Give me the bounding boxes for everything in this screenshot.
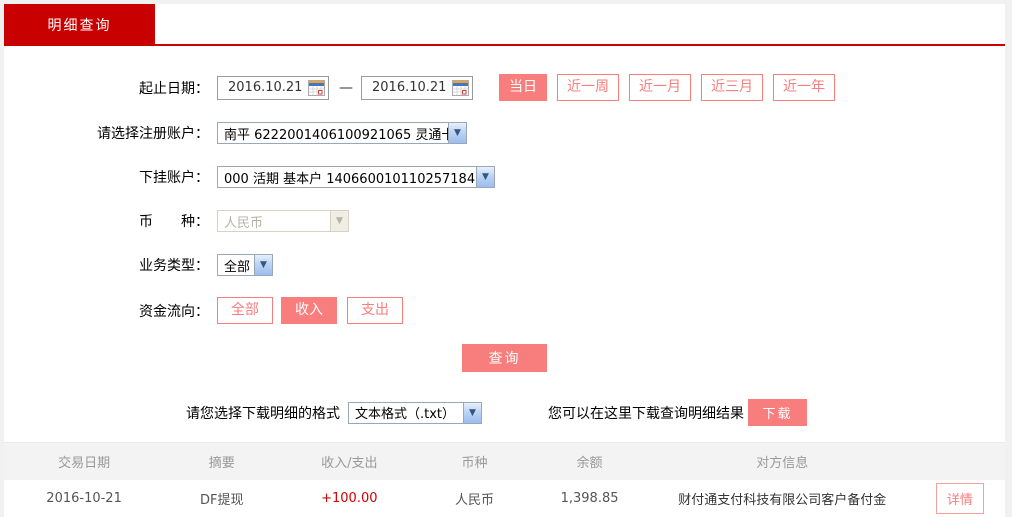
quick-range-month-button[interactable]: 近一月 bbox=[629, 74, 691, 101]
business-type-row: 业务类型： 全部 ▼ bbox=[4, 253, 1005, 277]
cell-summary: DF提现 bbox=[199, 492, 244, 508]
download-format-value: 文本格式（.txt） bbox=[355, 407, 456, 422]
fund-flow-expense-button[interactable]: 支出 bbox=[347, 297, 403, 324]
query-button-row: 查询 bbox=[4, 344, 1005, 372]
fund-flow-row: 资金流向： 全部 收入 支出 bbox=[4, 297, 1005, 324]
download-row: 请您选择下载明细的格式 文本格式（.txt） ▼ 您可以在这里下载查询明细结果 … bbox=[4, 399, 1005, 426]
page: 明细查询 起止日期： 2016.10.21 — 2016.10.21 当日 近一… bbox=[0, 0, 1012, 517]
table-row: 2016-10-21 DF提现 +100.00 人民币 1,398.85 财付通… bbox=[4, 479, 1005, 517]
date-range-row: 起止日期： 2016.10.21 — 2016.10.21 当日 近一周 近一月… bbox=[4, 74, 1005, 101]
start-date-input[interactable]: 2016.10.21 bbox=[217, 75, 329, 100]
date-range-label: 起止日期： bbox=[139, 80, 209, 97]
detail-button[interactable]: 详情 bbox=[935, 482, 984, 514]
fund-flow-label: 资金流向： bbox=[139, 303, 209, 320]
currency-label: 币 种： bbox=[139, 214, 209, 230]
register-account-value: 南平 6222001406100921065 灵通卡 bbox=[224, 127, 448, 143]
header-counterparty: 对方信息 bbox=[649, 442, 915, 480]
register-account-label: 请选择注册账户： bbox=[97, 126, 209, 142]
header-currency: 币种 bbox=[419, 442, 530, 480]
chevron-down-icon[interactable]: ▼ bbox=[448, 123, 466, 143]
header-action bbox=[914, 442, 1005, 480]
download-button[interactable]: 下载 bbox=[748, 399, 807, 426]
quick-range-year-button[interactable]: 近一年 bbox=[773, 74, 835, 101]
quick-range-3months-button[interactable]: 近三月 bbox=[701, 74, 763, 101]
date-separator: — bbox=[339, 79, 353, 96]
currency-select: 人民币 ▼ bbox=[217, 210, 349, 232]
end-date-input[interactable]: 2016.10.21 bbox=[361, 75, 473, 100]
header-balance: 余额 bbox=[529, 442, 650, 480]
register-account-row: 请选择注册账户： 南平 6222001406100921065 灵通卡 ▼ bbox=[4, 121, 1005, 145]
fund-flow-income-button[interactable]: 收入 bbox=[281, 297, 337, 324]
calendar-icon[interactable] bbox=[308, 79, 325, 96]
query-form: 起止日期： 2016.10.21 — 2016.10.21 当日 近一周 近一月… bbox=[4, 46, 1005, 426]
end-date-value: 2016.10.21 bbox=[372, 80, 447, 95]
business-type-select[interactable]: 全部 ▼ bbox=[217, 254, 273, 276]
business-type-value: 全部 bbox=[224, 259, 251, 275]
linked-account-label: 下挂账户： bbox=[139, 170, 209, 186]
cell-counterparty: 财付通支付科技有限公司客户备付金 bbox=[678, 492, 887, 508]
results-table: 交易日期 摘要 收入/支出 币种 余额 对方信息 2016-10-21 DF提现… bbox=[4, 442, 1005, 517]
chevron-down-icon[interactable]: ▼ bbox=[463, 402, 481, 423]
table-header: 交易日期 摘要 收入/支出 币种 余额 对方信息 bbox=[4, 442, 1005, 480]
tab-bar: 明细查询 bbox=[4, 4, 1005, 46]
download-hint: 您可以在这里下载查询明细结果 bbox=[548, 405, 744, 422]
cell-date: 2016-10-21 bbox=[46, 490, 122, 506]
calendar-icon[interactable] bbox=[452, 79, 469, 96]
cell-amount: +100.00 bbox=[321, 490, 378, 506]
currency-value: 人民币 bbox=[224, 215, 264, 231]
currency-row: 币 种： 人民币 ▼ bbox=[4, 209, 1005, 233]
content-panel: 明细查询 起止日期： 2016.10.21 — 2016.10.21 当日 近一… bbox=[4, 4, 1005, 517]
register-account-select[interactable]: 南平 6222001406100921065 灵通卡 ▼ bbox=[217, 122, 467, 144]
fund-flow-all-button[interactable]: 全部 bbox=[217, 297, 273, 324]
download-format-select[interactable]: 文本格式（.txt） ▼ bbox=[348, 401, 482, 424]
chevron-down-icon[interactable]: ▼ bbox=[476, 167, 494, 187]
linked-account-row: 下挂账户： 000 活期 基本户 1406600101102571848 ▼ bbox=[4, 165, 1005, 189]
download-format-label: 请您选择下载明细的格式 bbox=[186, 405, 340, 422]
query-button[interactable]: 查询 bbox=[462, 344, 547, 372]
cell-action: 详情 bbox=[915, 480, 1005, 517]
tab-detail-query[interactable]: 明细查询 bbox=[4, 4, 155, 46]
cell-balance: 1,398.85 bbox=[560, 490, 619, 506]
cell-currency: 人民币 bbox=[454, 492, 494, 508]
table-header-row: 交易日期 摘要 收入/支出 币种 余额 对方信息 bbox=[4, 442, 1005, 480]
chevron-down-icon[interactable]: ▼ bbox=[254, 255, 272, 275]
chevron-down-icon: ▼ bbox=[330, 211, 348, 231]
header-summary: 摘要 bbox=[164, 442, 280, 480]
business-type-label: 业务类型： bbox=[139, 258, 209, 274]
quick-range-week-button[interactable]: 近一周 bbox=[557, 74, 619, 101]
header-date: 交易日期 bbox=[4, 442, 165, 480]
start-date-value: 2016.10.21 bbox=[228, 80, 303, 95]
quick-range-today-button[interactable]: 当日 bbox=[499, 74, 547, 101]
linked-account-value: 000 活期 基本户 1406600101102571848 bbox=[224, 171, 476, 187]
header-amount: 收入/支出 bbox=[279, 442, 420, 480]
linked-account-select[interactable]: 000 活期 基本户 1406600101102571848 ▼ bbox=[217, 166, 495, 188]
